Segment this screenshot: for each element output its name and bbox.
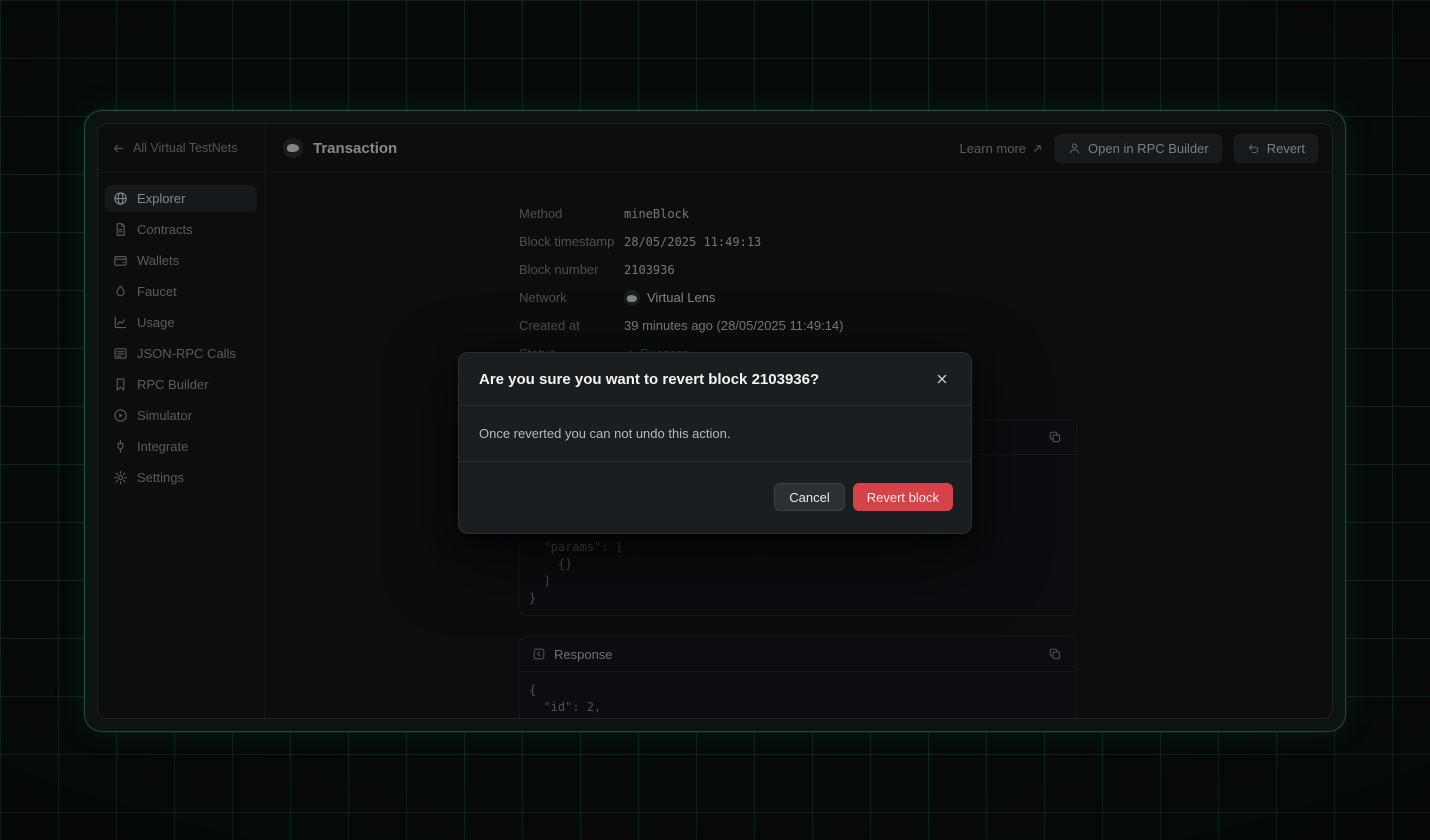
cancel-button[interactable]: Cancel: [774, 483, 845, 511]
dialog-footer: Cancel Revert block: [459, 462, 971, 533]
close-icon[interactable]: [933, 370, 951, 388]
dialog-message: Once reverted you can not undo this acti…: [459, 406, 971, 462]
revert-block-button[interactable]: Revert block: [852, 483, 953, 511]
dialog-header: Are you sure you want to revert block 21…: [459, 353, 971, 406]
desktop-background: All Virtual TestNets Explorer Contracts Wa…: [0, 0, 1430, 840]
revert-confirm-dialog: Are you sure you want to revert block 21…: [458, 352, 972, 534]
dialog-title: Are you sure you want to revert block 21…: [479, 370, 820, 388]
